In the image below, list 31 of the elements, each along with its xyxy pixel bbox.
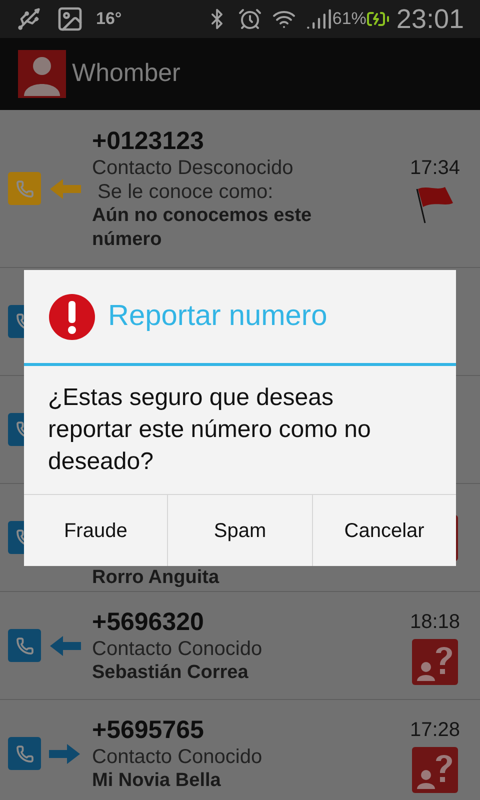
- phone-number: +0123123: [92, 126, 205, 156]
- usb-icon: [16, 6, 42, 32]
- left-arrow-icon: [49, 178, 81, 200]
- contact-status: Contacto Desconocido: [92, 156, 294, 180]
- call-time: 17:34: [410, 156, 460, 180]
- temperature: 16°: [96, 8, 122, 30]
- contact-name: Rorro Anguita: [92, 566, 220, 590]
- image-icon: [56, 5, 84, 33]
- contact-status: Contacto Conocido: [92, 744, 264, 768]
- call-time: 17:28: [410, 718, 460, 742]
- left-arrow-icon: [49, 634, 81, 656]
- contact-name: Mi Novia Bella: [92, 768, 222, 792]
- unknown-contact-icon: [412, 638, 458, 684]
- clock: 23:01: [396, 2, 464, 36]
- call-time: 18:18: [410, 610, 460, 634]
- phone-number: +5695765: [92, 714, 205, 744]
- phone-number: +5696320: [92, 606, 205, 636]
- right-arrow-icon: [49, 742, 81, 764]
- app-title: Whomber: [72, 58, 180, 90]
- alert-icon: [48, 292, 96, 340]
- contact-name: Sebastián Correa: [92, 660, 250, 684]
- alias-label: Se le conoce como:: [96, 180, 274, 204]
- contact-status: Contacto Conocido: [92, 636, 264, 660]
- alarm-icon: [238, 7, 262, 31]
- unknown-contact-icon: [412, 746, 458, 792]
- dialog-message: ¿Estas seguro que deseas reportar este número como no deseado?: [48, 383, 372, 477]
- app-logo-icon: [18, 50, 66, 98]
- dialog-title: Reportar numero: [108, 298, 328, 334]
- flag-icon: [415, 184, 455, 224]
- contact-name: Aún no conocemos este número: [92, 204, 313, 252]
- battery-percent: 61%: [332, 8, 366, 30]
